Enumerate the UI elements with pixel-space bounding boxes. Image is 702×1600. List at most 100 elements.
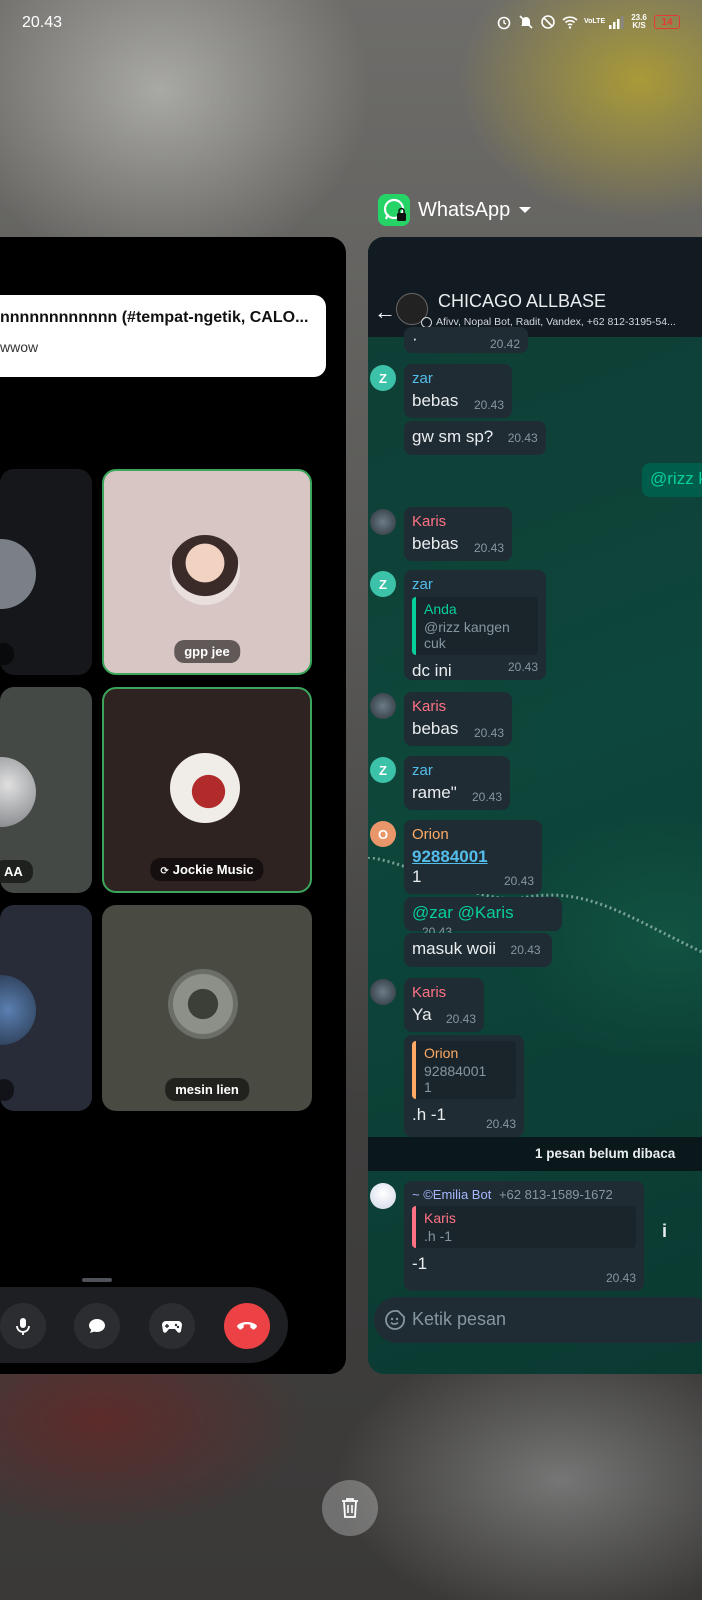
notification-title: nnnnnnnnnnnn (#tempat-ngetik, CALO...	[0, 309, 309, 326]
sender-name[interactable]: Karis	[412, 698, 504, 715]
sender-name[interactable]: Orion	[412, 826, 534, 843]
message-bubble[interactable]: zar rame" 20.43	[404, 756, 510, 810]
participant-tile[interactable]	[0, 469, 92, 675]
end-call-button[interactable]	[224, 1303, 270, 1349]
message-text: dc ini	[412, 661, 452, 680]
quoted-message[interactable]: Karis .h -1	[412, 1206, 636, 1248]
whatsapp-logo-icon	[378, 194, 410, 226]
discord-notification[interactable]: nnnnnnnnnnnn (#tempat-ngetik, CALO... ww…	[0, 295, 326, 377]
hang-up-icon	[237, 1322, 257, 1330]
message-bubble-outgoing[interactable]: @rizz k	[642, 463, 702, 497]
sender-avatar-zar[interactable]: Z	[370, 365, 396, 391]
sender-name[interactable]: Karis	[412, 513, 504, 530]
whatsapp-recent-card[interactable]: ← CHICAGO ALLBASE Afivv, Nopal Bot, Radi…	[368, 237, 702, 1374]
call-controls-handle[interactable]	[82, 1278, 112, 1282]
message-bubble[interactable]: Karis Ya 20.43	[404, 978, 484, 1032]
message-time: 20.43	[473, 398, 504, 412]
sender-name[interactable]: zar	[412, 576, 538, 593]
message-bubble[interactable]: Orion 92884001 1 .h -1 20.43	[404, 1035, 524, 1137]
sender-name[interactable]: zar	[412, 762, 502, 779]
signal-icon	[609, 16, 624, 29]
message-input[interactable]: Ketik pesan	[412, 1309, 506, 1330]
participant-tile[interactable]: mesin lien	[102, 905, 312, 1111]
quoted-text: .h -1	[424, 1228, 453, 1244]
message-bubble[interactable]: Karis bebas 20.43	[404, 692, 512, 746]
message-bubble[interactable]: masuk woii 20.43	[404, 933, 552, 967]
sender-name[interactable]: zar	[412, 370, 504, 387]
unread-banner-text: 1 pesan belum dibaca	[535, 1146, 676, 1161]
message-time: 20.43	[473, 541, 504, 555]
quoted-message[interactable]: Orion 92884001 1	[412, 1041, 516, 1099]
sender-avatar-orion[interactable]: O	[370, 821, 396, 847]
phone-link[interactable]: 92884001	[412, 847, 534, 867]
message-time: 20.43	[445, 1012, 476, 1026]
activities-button[interactable]	[149, 1303, 195, 1349]
participant-avatar	[0, 539, 36, 609]
sender-avatar-emilia-bot[interactable]	[370, 1183, 396, 1209]
message-bubble[interactable]: ~ ©Emilia Bot +62 813-1589-1672 Karis .h…	[404, 1181, 644, 1291]
sender-name[interactable]: Karis	[412, 984, 476, 1001]
message-mentions[interactable]: @zar @Karis	[412, 903, 514, 922]
sender-avatar-zar[interactable]: Z	[370, 757, 396, 783]
back-arrow-icon[interactable]: ←	[374, 299, 396, 325]
participant-tile[interactable]: AA	[0, 687, 92, 893]
participant-name-text: Jockie Music	[172, 862, 254, 877]
notification-body: wwow	[0, 339, 39, 355]
message-time: 20.43	[503, 874, 534, 888]
participant-name	[0, 643, 14, 665]
message-time: 20.43	[485, 1117, 516, 1131]
chevron-down-icon[interactable]	[518, 205, 532, 215]
bot-icon: ⟳	[160, 866, 169, 877]
message-text: .h -1	[412, 1105, 447, 1124]
clear-all-button[interactable]	[322, 1480, 378, 1536]
participant-avatar	[0, 975, 36, 1045]
participant-avatar	[170, 753, 240, 823]
quoted-text: 92884001 1	[424, 1063, 487, 1095]
quoted-message[interactable]: Anda @rizz kangen cuk	[412, 597, 538, 655]
message-time: 20.43	[471, 790, 502, 804]
chat-header: ← CHICAGO ALLBASE Afivv, Nopal Bot, Radi…	[368, 237, 702, 337]
sender-avatar-karis[interactable]	[370, 509, 396, 535]
unread-banner: 1 pesan belum dibaca	[368, 1137, 702, 1171]
sender-avatar-karis[interactable]	[370, 693, 396, 719]
participant-tile[interactable]	[0, 905, 92, 1111]
trash-icon	[342, 1498, 358, 1518]
sender-avatar-zar[interactable]: Z	[370, 571, 396, 597]
message-bubble[interactable]: Orion 92884001 1 20.43	[404, 820, 542, 894]
message-time: 20.43	[605, 1271, 636, 1285]
chat-bubble-icon	[89, 1319, 105, 1333]
sender-phone: +62 813-1589-1672	[498, 1187, 613, 1202]
message-bubble[interactable]: zar bebas 20.43	[404, 364, 512, 418]
message-bubble[interactable]: · 20.42	[404, 327, 528, 353]
info-button[interactable]: i	[662, 1221, 667, 1242]
sender-avatar-karis[interactable]	[370, 979, 396, 1005]
group-name[interactable]: CHICAGO ALLBASE	[438, 291, 606, 312]
app-label[interactable]: WhatsApp	[378, 194, 532, 226]
message-bubble[interactable]: Karis bebas 20.43	[404, 507, 512, 561]
message-bubble[interactable]: @zar @Karis 20.43	[404, 897, 562, 939]
message-text: masuk woii	[412, 939, 497, 958]
message-time: 20.42	[489, 337, 520, 351]
message-bubble[interactable]: zar Anda @rizz kangen cuk dc ini 20.43	[404, 570, 546, 680]
message-text: bebas	[412, 534, 459, 553]
message-bubble[interactable]: gw sm sp? 20.43	[404, 421, 546, 455]
discord-recent-card[interactable]: nnnnnnnnnnnn (#tempat-ngetik, CALO... ww…	[0, 237, 346, 1374]
participant-name: ⟳ Jockie Music	[150, 858, 264, 881]
app-name: WhatsApp	[418, 198, 511, 221]
participant-tile[interactable]: gpp jee	[102, 469, 312, 675]
sender-line[interactable]: ~ ©Emilia Bot +62 813-1589-1672	[412, 1187, 636, 1202]
sticker-icon[interactable]	[384, 1309, 406, 1331]
participant-tile[interactable]: ⟳ Jockie Music	[102, 687, 312, 893]
message-text: rame"	[412, 783, 457, 802]
message-time: 20.43	[507, 431, 538, 445]
sender-name[interactable]: ~ ©Emilia Bot	[412, 1187, 491, 1202]
network-speed: 23.6 K/S	[631, 13, 647, 30]
microphone-button[interactable]	[0, 1303, 46, 1349]
chat-button[interactable]	[74, 1303, 120, 1349]
participant-name	[0, 1079, 14, 1101]
message-input-bar[interactable]: Ketik pesan	[374, 1297, 702, 1343]
message-text: -1	[412, 1254, 428, 1273]
mute-icon	[519, 15, 533, 29]
status-bar: 20.43 VoLTE 23.6 K/S 14	[0, 0, 702, 46]
message-text: gw sm sp?	[412, 427, 494, 446]
